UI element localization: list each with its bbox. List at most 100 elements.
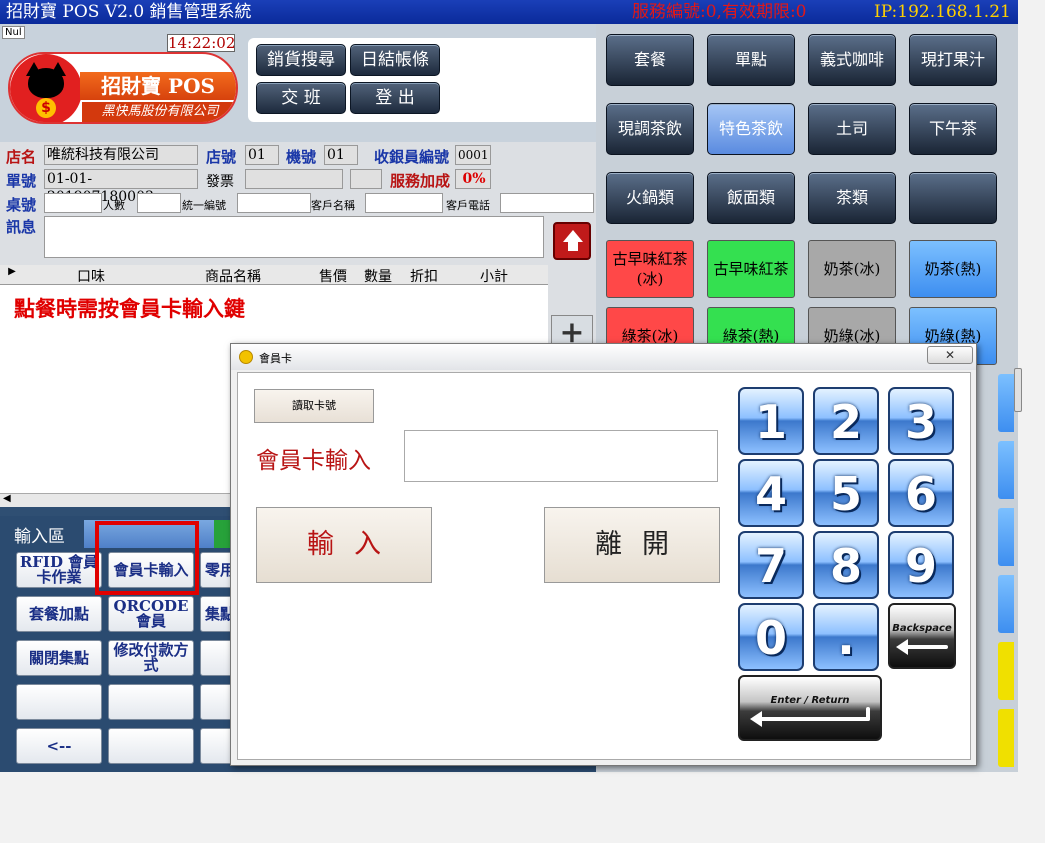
key-8[interactable]: 8 xyxy=(813,531,879,599)
col-product: 商品名稱 xyxy=(205,269,261,285)
card-input-label: 會員卡輸入 xyxy=(256,448,371,474)
category-espresso[interactable]: 義式咖啡 xyxy=(808,34,896,86)
app-icon xyxy=(239,350,253,364)
order-no-field: 01-01-201907180003 xyxy=(44,169,198,205)
customer-name-label: 客戶名稱 xyxy=(311,199,355,212)
order-hint: 點餐時需按會員卡輸入鍵 xyxy=(14,296,245,321)
machine-label: 機號 xyxy=(286,148,317,166)
product-oldstyle-black-tea[interactable]: 古早味紅茶 xyxy=(707,240,795,298)
category-combo[interactable]: 套餐 xyxy=(606,34,694,86)
app-title: 招財寶 POS V2.0 銷售管理系統 xyxy=(6,2,252,22)
machine-field: 01 xyxy=(324,145,358,165)
category-empty[interactable] xyxy=(909,172,997,224)
dialog-title: 會員卡 xyxy=(259,352,292,365)
member-card-input-button[interactable]: 會員卡輸入 xyxy=(108,552,194,588)
col-discount: 折扣 xyxy=(410,269,438,285)
col-subtotal: 小計 xyxy=(480,269,508,285)
enter-return-key[interactable]: Enter / Return xyxy=(738,675,882,741)
daily-report-button[interactable]: 日結帳條 xyxy=(350,44,440,76)
logout-button[interactable]: 登 出 xyxy=(350,82,440,114)
category-juice[interactable]: 現打果汁 xyxy=(909,34,997,86)
category-single[interactable]: 單點 xyxy=(707,34,795,86)
customer-phone-label: 客戶電話 xyxy=(446,199,490,212)
close-icon[interactable]: ✕ xyxy=(927,346,973,364)
store-no-field: 01 xyxy=(245,145,279,165)
splitter-handle[interactable] xyxy=(1014,368,1022,412)
back-button[interactable]: <-- xyxy=(16,728,102,764)
enter-arrow-icon xyxy=(750,711,762,727)
rfid-member-button[interactable]: RFID 會員卡作業 xyxy=(16,552,102,588)
key-0[interactable]: 0 xyxy=(738,603,804,671)
key-9[interactable]: 9 xyxy=(888,531,954,599)
key-2[interactable]: 2 xyxy=(813,387,879,455)
service-rate-label: 服務加成 xyxy=(390,172,451,190)
leave-button[interactable]: 離開 xyxy=(544,507,720,583)
invoice-extra-field xyxy=(350,169,382,189)
message-box xyxy=(44,216,544,258)
invoice-field xyxy=(245,169,343,189)
card-number-input[interactable] xyxy=(404,430,718,482)
category-afternoon-tea[interactable]: 下午茶 xyxy=(909,103,997,155)
qrcode-member-button[interactable]: QRCODE會員 xyxy=(108,596,194,632)
key-7[interactable]: 7 xyxy=(738,531,804,599)
key-dot[interactable]: . xyxy=(813,603,879,671)
input-button-10[interactable] xyxy=(16,684,102,720)
store-name-label: 店名 xyxy=(6,148,37,166)
member-card-dialog: 會員卡 ✕ 讀取卡號 會員卡輸入 輸入 離開 1 2 3 4 5 6 7 8 9… xyxy=(230,343,977,766)
enter-return-label: Enter / Return xyxy=(770,695,850,706)
category-tea[interactable]: 茶類 xyxy=(808,172,896,224)
tax-id-input[interactable] xyxy=(237,193,311,213)
cashier-label: 收銀員編號 xyxy=(374,148,450,166)
scroll-up-icon[interactable] xyxy=(553,222,591,260)
combo-addon-button[interactable]: 套餐加點 xyxy=(16,596,102,632)
key-1[interactable]: 1 xyxy=(738,387,804,455)
read-card-button[interactable]: 讀取卡號 xyxy=(254,389,374,423)
enter-button[interactable]: 輸入 xyxy=(256,507,432,583)
cashier-field: 0001 xyxy=(455,145,491,165)
logo: $ 招財寶 POS 黑快馬股份有限公司 xyxy=(8,52,238,124)
shift-button[interactable]: 交 班 xyxy=(256,82,346,114)
category-fresh-tea[interactable]: 現調茶飲 xyxy=(606,103,694,155)
store-no-label: 店號 xyxy=(206,148,237,166)
product-hidden-6[interactable] xyxy=(998,709,1014,767)
service-rate-field: 0% xyxy=(455,169,491,189)
tax-id-label: 統一編號 xyxy=(182,199,226,212)
close-points-button[interactable]: 關閉集點 xyxy=(16,640,102,676)
category-rice-noodle[interactable]: 飯面類 xyxy=(707,172,795,224)
product-milk-tea-iced[interactable]: 奶茶(冰) xyxy=(808,240,896,298)
customer-name-input[interactable] xyxy=(365,193,443,213)
col-qty: 數量 xyxy=(364,269,392,285)
key-6[interactable]: 6 xyxy=(888,459,954,527)
product-hidden-5[interactable] xyxy=(998,642,1014,700)
change-payment-button[interactable]: 修改付款方式 xyxy=(108,640,194,676)
input-button-14[interactable] xyxy=(108,728,194,764)
input-area-bar xyxy=(84,520,224,548)
people-input[interactable] xyxy=(137,193,181,213)
scroll-left-icon[interactable]: ◀ xyxy=(3,493,11,504)
order-no-label: 單號 xyxy=(6,172,37,190)
dialog-title-bar: 會員卡 ✕ xyxy=(231,344,976,370)
sales-search-button[interactable]: 銷貨搜尋 xyxy=(256,44,346,76)
input-button-11[interactable] xyxy=(108,684,194,720)
product-hidden-3[interactable] xyxy=(998,508,1014,566)
key-4[interactable]: 4 xyxy=(738,459,804,527)
key-3[interactable]: 3 xyxy=(888,387,954,455)
invoice-label: 發票 xyxy=(206,174,234,190)
logo-text: 招財寶 POS xyxy=(80,72,236,100)
customer-phone-input[interactable] xyxy=(500,193,594,213)
product-milk-tea-hot[interactable]: 奶茶(熱) xyxy=(909,240,997,298)
category-special-tea[interactable]: 特色茶飲 xyxy=(707,103,795,155)
category-hotpot[interactable]: 火鍋類 xyxy=(606,172,694,224)
backspace-key[interactable]: Backspace xyxy=(888,603,956,669)
table-input[interactable] xyxy=(44,193,102,213)
title-bar: 招財寶 POS V2.0 銷售管理系統 服務編號:0,有效期限:0 IP:192… xyxy=(0,0,1018,24)
product-oldstyle-black-tea-iced[interactable]: 古早味紅茶(冰) xyxy=(606,240,694,298)
product-hidden-1[interactable] xyxy=(998,374,1014,432)
cat-logo-icon: $ xyxy=(10,54,82,122)
product-hidden-4[interactable] xyxy=(998,575,1014,633)
col-price: 售價 xyxy=(319,269,347,285)
service-info: 服務編號:0,有效期限:0 xyxy=(632,2,807,22)
key-5[interactable]: 5 xyxy=(813,459,879,527)
category-toast[interactable]: 土司 xyxy=(808,103,896,155)
product-hidden-2[interactable] xyxy=(998,441,1014,499)
